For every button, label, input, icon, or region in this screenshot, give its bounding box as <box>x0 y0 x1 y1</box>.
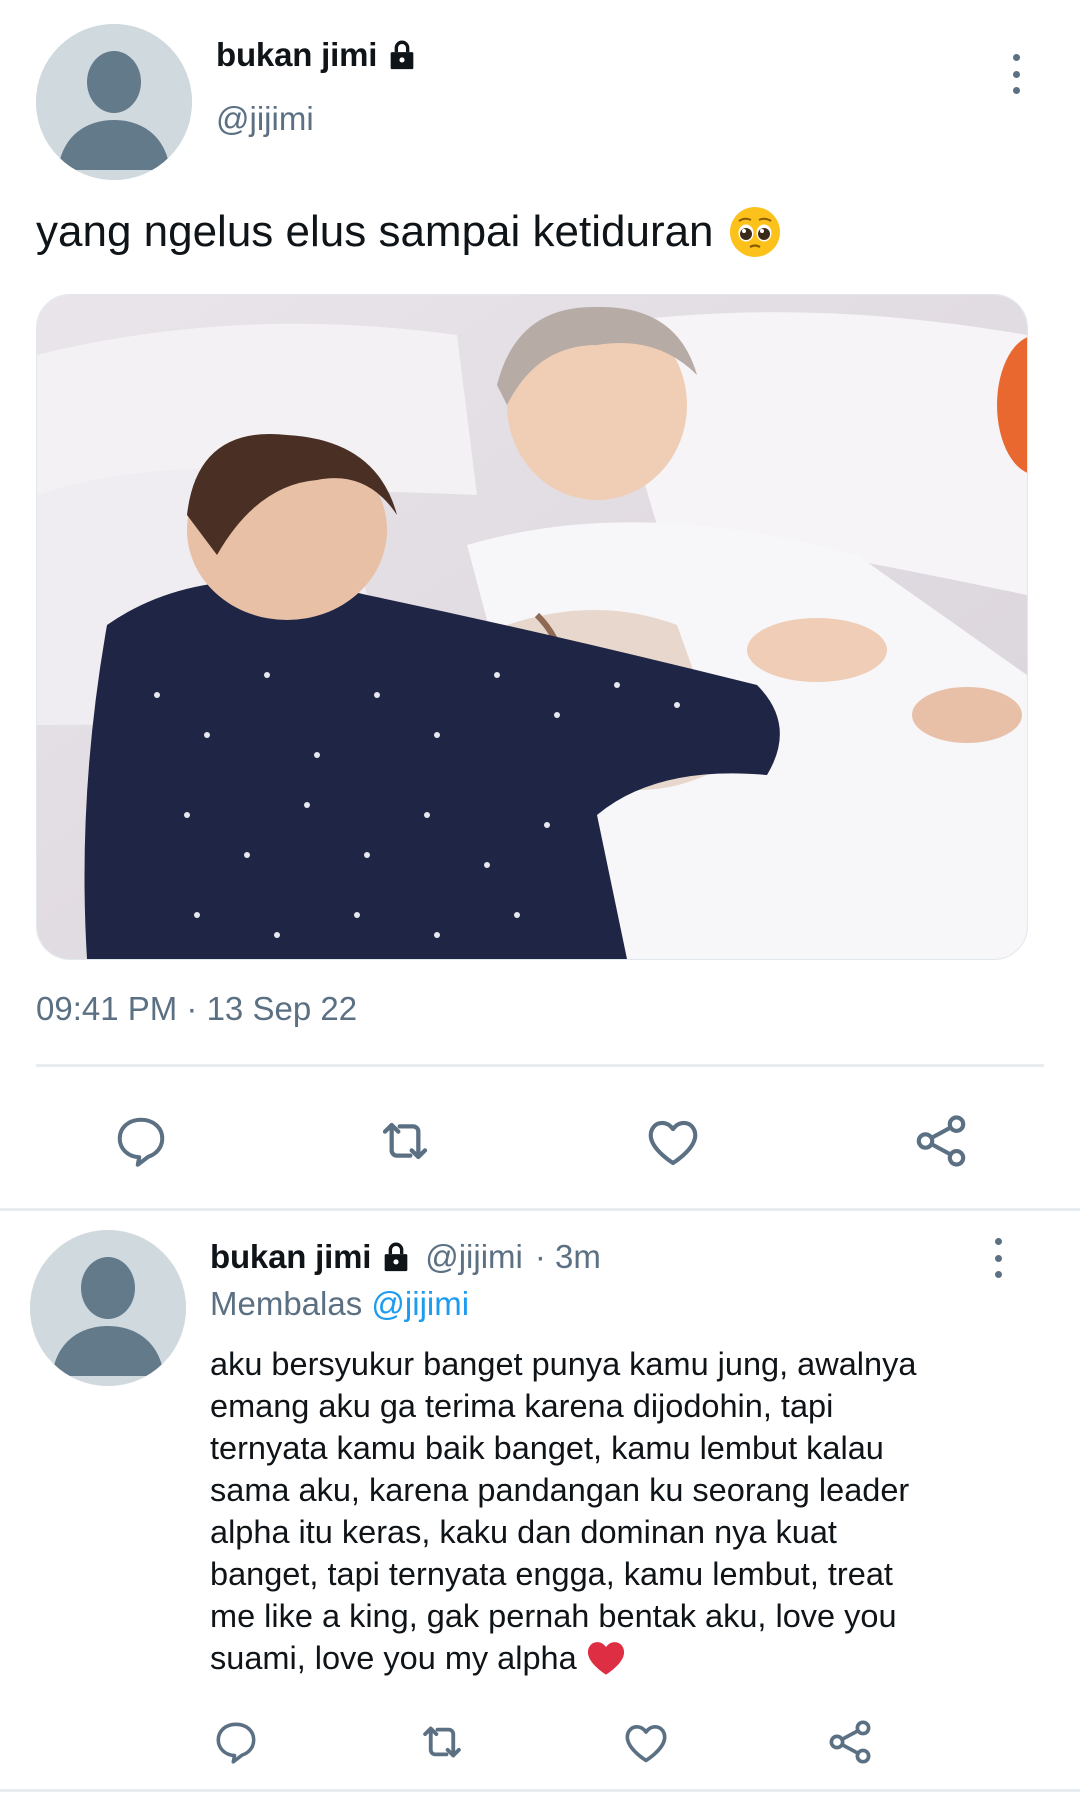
reply-icon <box>216 1722 256 1764</box>
share-button[interactable] <box>820 1712 880 1772</box>
like-button[interactable] <box>616 1712 676 1772</box>
share-icon <box>829 1720 871 1764</box>
tweet-photo[interactable] <box>36 294 1028 960</box>
tweet-text-content: yang ngelus elus sampai ketiduran <box>36 207 714 256</box>
reply-text: aku bersyukur banget punya kamu jung, aw… <box>210 1343 1010 1679</box>
more-dot <box>1012 54 1020 61</box>
more-options-button[interactable] <box>990 1238 1006 1278</box>
pleading-face-emoji <box>729 207 780 257</box>
more-dot <box>994 1254 1002 1262</box>
like-icon <box>648 1120 698 1166</box>
share-button[interactable] <box>904 1104 978 1178</box>
author-display-name[interactable]: bukan jimi <box>210 1238 371 1276</box>
share-icon <box>916 1115 966 1167</box>
divider <box>36 1064 1044 1067</box>
more-dot <box>994 1238 1002 1245</box>
lock-icon <box>384 1242 408 1272</box>
avatar[interactable] <box>30 1230 186 1386</box>
author-handle[interactable]: @jijimi <box>216 100 314 138</box>
retweet-button[interactable] <box>412 1712 472 1772</box>
reply-button[interactable] <box>206 1712 266 1772</box>
author-name-row[interactable]: bukan jimi <box>216 36 419 74</box>
retweet-icon <box>423 1726 461 1758</box>
replying-to: Membalas @jijimi <box>210 1285 469 1323</box>
reply-icon <box>117 1117 165 1167</box>
retweet-button[interactable] <box>368 1104 442 1178</box>
avatar[interactable] <box>36 24 192 180</box>
like-button[interactable] <box>636 1104 710 1178</box>
like-icon <box>625 1724 667 1763</box>
retweet-icon <box>382 1122 428 1160</box>
more-options-button[interactable] <box>1008 54 1024 94</box>
author-display-name[interactable]: bukan jimi <box>216 36 377 74</box>
red-heart-emoji <box>587 1642 624 1675</box>
reply-button[interactable] <box>104 1104 178 1178</box>
replying-to-mention[interactable]: @jijimi <box>371 1285 469 1322</box>
default-avatar-icon <box>30 1230 186 1386</box>
divider <box>0 1789 1080 1792</box>
photo-two-people-sleeping-icon <box>37 295 1027 959</box>
divider <box>0 1208 1080 1211</box>
reply-author-row: bukan jimi @jijimi · 3m <box>210 1238 601 1276</box>
more-dot <box>1012 70 1020 78</box>
default-avatar-icon <box>36 24 192 180</box>
tweet-timestamp[interactable]: 09:41 PM · 13 Sep 22 <box>36 990 357 1028</box>
more-dot <box>1012 87 1020 94</box>
replying-prefix: Membalas <box>210 1285 363 1322</box>
reply-text-content: aku bersyukur banget punya kamu jung, aw… <box>210 1346 917 1676</box>
author-handle[interactable]: @jijimi <box>425 1238 523 1276</box>
more-dot <box>994 1271 1002 1278</box>
time-ago[interactable]: · 3m <box>535 1238 601 1276</box>
tweet-text: yang ngelus elus sampai ketiduran <box>36 205 782 259</box>
lock-icon <box>390 40 414 70</box>
